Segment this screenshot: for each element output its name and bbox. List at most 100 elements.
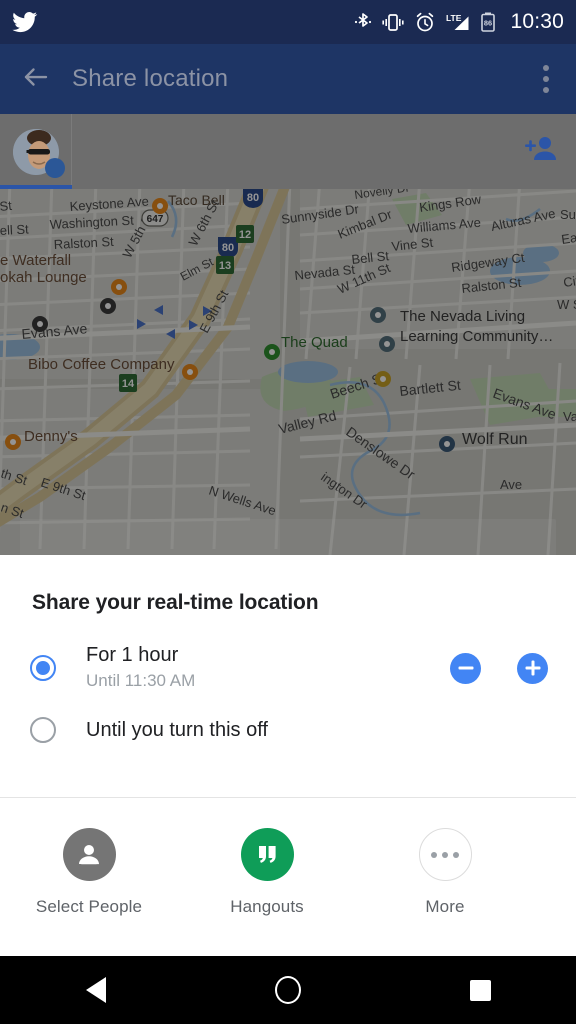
- back-button[interactable]: [0, 44, 72, 114]
- option-sub-until-time: Until 11:30 AM: [86, 671, 196, 690]
- radio-until-you-turn-this-off[interactable]: [30, 717, 56, 743]
- overflow-menu-icon-dot2: [543, 76, 549, 82]
- status-bar: LTE 86 10:30: [0, 0, 576, 44]
- status-app-icon-group: [12, 9, 38, 35]
- bottom-sheet: Share your real-time location For 1 hour…: [0, 555, 576, 956]
- svg-text:14: 14: [122, 378, 135, 390]
- share-target-label-select-people: Select People: [35, 897, 143, 916]
- add-person-button[interactable]: [504, 114, 576, 189]
- sheet-title: Share your real-time location: [32, 591, 319, 614]
- map-label: W St: [557, 297, 576, 312]
- hangouts-icon: [240, 828, 294, 881]
- map-route-shield: 14: [119, 374, 137, 392]
- avatar: [12, 128, 65, 178]
- map-label: e Waterfall: [0, 252, 71, 269]
- restaurant-icon[interactable]: [111, 279, 127, 295]
- overflow-menu-icon: [543, 65, 549, 71]
- share-target-more[interactable]: More: [356, 828, 534, 917]
- more-dot-3: [453, 851, 459, 858]
- svg-text:LTE: LTE: [446, 13, 462, 23]
- restaurant-icon[interactable]: [5, 434, 21, 450]
- bank-icon[interactable]: [32, 316, 48, 332]
- map-route-shield: 13: [216, 256, 234, 274]
- map-label: Ear: [560, 229, 576, 247]
- twitter-icon: [12, 9, 38, 35]
- nav-back-button[interactable]: [46, 956, 146, 1024]
- status-icons: LTE 86 10:30: [354, 10, 564, 34]
- person-pin-icon[interactable]: [370, 307, 386, 323]
- map-route-shield: 12: [236, 225, 254, 243]
- share-targets-row: Select People Hangouts More: [0, 798, 576, 917]
- plus-icon-vertical: [531, 660, 534, 676]
- overflow-menu-button[interactable]: [516, 44, 576, 114]
- map-label: Denny's: [24, 428, 78, 445]
- map-label: Learning Community…: [400, 328, 553, 345]
- option-text-group: For 1 hour Until 11:30 AM: [86, 643, 450, 693]
- map-label: The Quad: [281, 334, 348, 351]
- avatar-status-badge: [44, 157, 65, 178]
- person-icon: [62, 828, 116, 881]
- svg-text:80: 80: [247, 192, 259, 204]
- svg-text:647: 647: [147, 214, 164, 225]
- vibrate-icon: [381, 11, 405, 33]
- status-clock: 10:30: [510, 10, 564, 33]
- page-title: Share location: [72, 65, 229, 92]
- map-view[interactable]: Keystone Ave Taco Bell Washington St Ralsto…: [0, 189, 576, 555]
- svg-text:80: 80: [222, 242, 234, 254]
- option-row-for-1-hour[interactable]: For 1 hour Until 11:30 AM: [0, 637, 576, 699]
- option-text-group-2: Until you turn this off: [86, 718, 548, 743]
- add-person-icon: [523, 134, 557, 169]
- more-dots-icon: [418, 828, 472, 881]
- option-row-until-off[interactable]: Until you turn this off: [0, 699, 576, 761]
- duration-stepper: [450, 652, 548, 684]
- nav-back-icon: [86, 977, 106, 1003]
- more-dot-2: [442, 851, 448, 858]
- nav-recents-icon: [469, 979, 491, 1001]
- map-label: St: [0, 198, 13, 214]
- bluetooth-icon: [354, 11, 372, 33]
- nav-home-button[interactable]: [238, 956, 338, 1024]
- battery-level-text: 86: [484, 19, 492, 28]
- share-target-label-more: More: [425, 897, 465, 916]
- share-target-select-people[interactable]: Select People: [0, 828, 178, 917]
- map-label: ell St: [0, 221, 29, 238]
- cafe-icon[interactable]: [182, 364, 198, 380]
- restaurant-icon[interactable]: [152, 198, 168, 214]
- map-label: Bibo Coffee Company: [28, 356, 175, 373]
- map-label: Ralston St: [53, 234, 114, 252]
- nav-recents-button[interactable]: [430, 956, 530, 1024]
- map-route-shield: 80: [218, 237, 238, 258]
- person-pin-icon[interactable]: [379, 336, 395, 352]
- nav-home-icon: [275, 976, 301, 1004]
- map-label: Va: [563, 409, 576, 424]
- share-target-hangouts[interactable]: Hangouts: [178, 828, 356, 917]
- decrease-duration-button[interactable]: [450, 652, 481, 684]
- contact-tab-self[interactable]: [0, 114, 72, 189]
- golf-icon[interactable]: [439, 436, 455, 452]
- contacts-bar: [0, 114, 576, 189]
- star-pin-icon[interactable]: [375, 371, 391, 387]
- increase-duration-button[interactable]: [517, 652, 548, 684]
- back-arrow-icon: [21, 62, 51, 97]
- map-label: okah Lounge: [0, 269, 87, 286]
- map-label: Ave: [500, 477, 522, 492]
- hotel-icon[interactable]: [100, 298, 116, 314]
- radio-for-1-hour[interactable]: [30, 655, 56, 681]
- app-bar: Share location: [0, 44, 576, 114]
- option-label-until-off: Until you turn this off: [86, 718, 268, 741]
- sheet-peek-card: [20, 519, 556, 555]
- app-root: LTE 86 10:30 Share location Keystone Ave…: [0, 0, 576, 1024]
- overflow-menu-icon-dot3: [543, 87, 549, 93]
- android-nav-bar: [0, 956, 576, 1024]
- battery-icon: 86: [480, 11, 496, 33]
- lte-signal-icon: LTE: [445, 11, 471, 33]
- map-route-shield: 80: [243, 189, 263, 208]
- alarm-icon: [414, 11, 436, 33]
- more-dots-group: [431, 851, 459, 858]
- map-label: Su: [560, 207, 576, 222]
- minus-icon: [458, 666, 473, 670]
- svg-text:12: 12: [239, 229, 251, 241]
- map-label: Cit: [562, 273, 576, 290]
- map-label: The Nevada Living: [400, 308, 525, 325]
- park-icon[interactable]: [264, 344, 280, 360]
